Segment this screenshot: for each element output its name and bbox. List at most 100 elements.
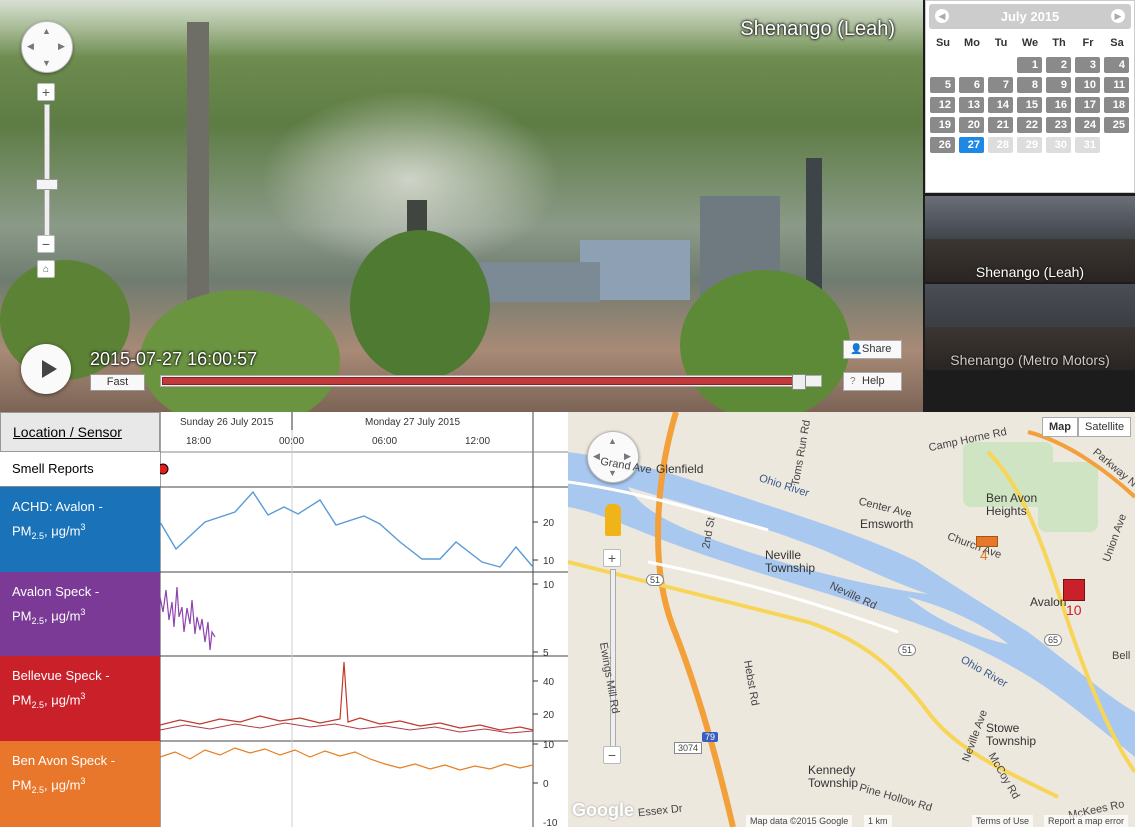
calendar-day[interactable]: 9 <box>1046 77 1071 93</box>
y-tick: 10 <box>543 580 555 591</box>
sensor-name: Ben Avon Speck - <box>12 753 116 768</box>
time-tick: 06:00 <box>372 436 397 447</box>
marker-value: 4 <box>980 547 988 563</box>
timeline-progress <box>162 377 795 385</box>
calendar-day[interactable]: 24 <box>1075 117 1100 133</box>
unit-suffix: , μg/m <box>44 523 81 539</box>
map-label-glenfield: Glenfield <box>656 462 704 476</box>
share-button[interactable]: 👤Share <box>843 340 902 359</box>
sensor-marker-ben-avon[interactable] <box>976 536 998 547</box>
google-logo: Google <box>572 800 634 820</box>
calendar-day[interactable]: 4 <box>1104 57 1129 73</box>
sensor-marker-avalon[interactable] <box>1063 579 1085 601</box>
chevron-down-icon[interactable]: ▼ <box>42 58 51 68</box>
camera-thumb-metro-motors[interactable]: Shenango (Metro Motors) <box>925 284 1135 370</box>
chevron-left-icon[interactable]: ◀ <box>593 451 600 462</box>
calendar-day[interactable]: 26 <box>930 137 955 153</box>
weekday-label: Fr <box>1082 37 1094 49</box>
series-line-avalon-speck <box>160 586 216 651</box>
time-tick: 12:00 <box>465 436 490 447</box>
timeline-handle[interactable] <box>792 374 806 390</box>
map-type-map[interactable]: Map <box>1042 417 1078 437</box>
calendar-day[interactable]: 18 <box>1104 97 1129 113</box>
map-type-satellite[interactable]: Satellite <box>1078 417 1132 437</box>
sensor-name: ACHD: Avalon - <box>12 499 103 514</box>
next-month-icon[interactable]: ▶ <box>1111 9 1125 23</box>
unit-sub: 2.5 <box>31 699 45 710</box>
map-zoom-out-button[interactable]: − <box>603 746 621 764</box>
calendar-day[interactable]: 6 <box>959 77 984 93</box>
home-icon[interactable]: ⌂ <box>37 260 55 278</box>
calendar-day[interactable]: 23 <box>1046 117 1071 133</box>
calendar-day: 29 <box>1017 137 1042 153</box>
series-line-bellevue-speck <box>160 722 534 734</box>
calendar-day[interactable]: 2 <box>1046 57 1071 73</box>
calendar-day[interactable]: 16 <box>1046 97 1071 113</box>
chevron-right-icon[interactable]: ▶ <box>58 41 65 52</box>
map-zoom-in-button[interactable]: + <box>603 549 621 567</box>
camera-label: Shenango (Metro Motors) <box>950 352 1110 368</box>
weekday-label: Tu <box>994 37 1008 49</box>
question-icon: ? <box>850 376 856 387</box>
user-icon: 👤 <box>850 344 863 355</box>
calendar-day[interactable]: 21 <box>988 117 1013 133</box>
thumb-image <box>925 284 1135 332</box>
date-label: Sunday 26 July 2015 <box>180 417 274 428</box>
map-label-neville: Neville Township <box>765 548 816 575</box>
calendar-day[interactable]: 11 <box>1104 77 1129 93</box>
calendar-day[interactable]: 3 <box>1075 57 1100 73</box>
help-button[interactable]: ? Help <box>843 372 902 391</box>
weekday-label: Th <box>1052 37 1066 49</box>
timeline-slider[interactable] <box>160 374 822 390</box>
calendar-day[interactable]: 10 <box>1075 77 1100 93</box>
calendar-day[interactable]: 20 <box>959 117 984 133</box>
calendar-day[interactable]: 5 <box>930 77 955 93</box>
map-panel[interactable]: Map Satellite ▲ ▼ ◀ ▶ + − Glenfield Ben … <box>568 412 1135 827</box>
calendar-day[interactable]: 7 <box>988 77 1013 93</box>
calendar-day[interactable]: 17 <box>1075 97 1100 113</box>
chevron-up-icon[interactable]: ▲ <box>42 26 51 36</box>
map-report-link[interactable]: Report a map error <box>1044 815 1129 827</box>
calendar-month: July 2015 <box>1000 9 1060 24</box>
y-tick: 10 <box>543 556 555 567</box>
calendar-day[interactable]: 8 <box>1017 77 1042 93</box>
zoom-in-button[interactable]: + <box>37 83 55 101</box>
chevron-left-icon[interactable]: ◀ <box>27 41 34 52</box>
calendar-day[interactable]: 27 <box>959 137 984 153</box>
y-tick: 5 <box>543 648 549 659</box>
route-shield-3074: 3074 <box>674 742 703 754</box>
location-sensor-header[interactable]: Location / Sensor <box>0 412 160 452</box>
route-shield-i79: 79 <box>702 732 719 742</box>
calendar-day[interactable]: 15 <box>1017 97 1042 113</box>
unit-prefix: PM <box>12 692 32 708</box>
calendar-day[interactable]: 14 <box>988 97 1013 113</box>
speed-button[interactable]: Fast <box>90 374 145 391</box>
map-terms-link[interactable]: Terms of Use <box>972 815 1034 827</box>
series-line-bellevue-speck <box>160 661 534 731</box>
calendar-header: ◀ July 2015 ▶ <box>929 4 1131 29</box>
play-button[interactable] <box>21 344 71 394</box>
calendar-day[interactable]: 13 <box>959 97 984 113</box>
unit-sub: 2.5 <box>31 784 45 795</box>
pan-control[interactable]: ▲ ▼ ◀ ▶ <box>21 21 73 73</box>
zoom-out-button[interactable]: − <box>37 235 55 253</box>
calendar-day[interactable]: 22 <box>1017 117 1042 133</box>
marker-swatch <box>1064 580 1084 600</box>
smell-report-marker[interactable] <box>160 463 169 475</box>
time-tick: 18:00 <box>186 436 211 447</box>
calendar-day[interactable]: 1 <box>1017 57 1042 73</box>
zoom-slider-handle[interactable] <box>36 179 58 190</box>
marker-swatch <box>977 537 997 546</box>
tree <box>350 230 490 380</box>
sensor-plots[interactable]: Sunday 26 July 2015 Monday 27 July 2015 … <box>160 412 568 827</box>
calendar-day[interactable]: 19 <box>930 117 955 133</box>
camera-thumb-leah[interactable]: Shenango (Leah) <box>925 196 1135 282</box>
pegman-icon[interactable] <box>605 504 621 536</box>
calendar-day[interactable]: 12 <box>930 97 955 113</box>
calendar-day[interactable]: 25 <box>1104 117 1129 133</box>
chevron-up-icon[interactable]: ▲ <box>608 436 617 446</box>
sensor-chart-panel: Location / Sensor Smell Reports ACHD: Av… <box>0 412 568 827</box>
date-picker: ◀ July 2015 ▶ Su Mo Tu We Th Fr Sa 1 2 3 4 5 6 7 8 9 10 1… <box>925 0 1135 193</box>
smell-reports-label: Smell Reports <box>0 452 160 487</box>
zoom-slider[interactable] <box>44 104 50 236</box>
